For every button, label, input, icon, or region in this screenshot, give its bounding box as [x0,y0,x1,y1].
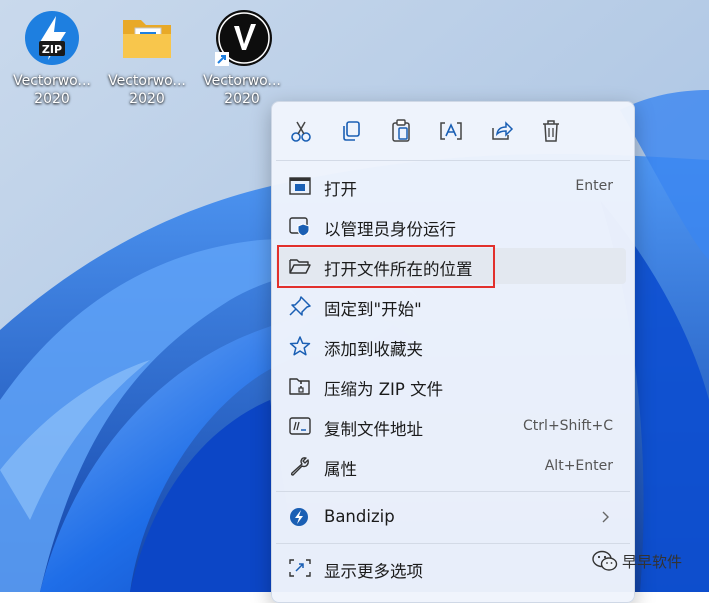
paste-icon [392,119,410,142]
context-menu-toolbar [272,102,634,160]
menu-item-label: 添加到收藏夹 [324,340,423,359]
copy-icon [343,121,360,141]
menu-item-open[interactable]: 打开 Enter [276,168,626,204]
context-menu: 打开 Enter 以管理员身份运行 打开文件所在的位置 固定到"开始" 添加到收… [271,101,635,603]
menu-divider [276,491,630,492]
menu-item-shortcut: Alt+Enter [544,458,613,474]
menu-item-label: 属性 [324,460,357,479]
menu-item-label: 以管理员身份运行 [324,220,456,239]
delete-icon [543,120,559,142]
cut-icon [291,121,311,142]
wechat-icon [592,550,618,571]
cut-button[interactable] [286,116,316,146]
desktop-icon-vectorworks-shortcut[interactable]: Vectorwo... 2020 [197,8,287,108]
pin-icon [289,296,311,316]
zip-folder-icon [289,378,310,395]
open-window-icon [289,177,311,195]
vectorworks-shortcut-icon [212,8,272,68]
watermark-text: 早早软件 [622,553,683,571]
menu-divider [276,160,630,161]
paste-button[interactable] [386,116,416,146]
zip-badge-text: ZIP [42,43,62,56]
menu-divider [276,543,630,544]
highlight-annotation-box [277,245,495,288]
zip-archive-icon: ZIP [22,8,82,68]
star-icon [289,336,311,356]
desktop-icon-label: Vectorwo... [13,73,91,89]
folder-icon [117,8,177,68]
desktop-icon-vectorworks-folder[interactable]: Vectorwo... 2020 [102,8,192,108]
menu-item-show-more-options[interactable]: 显示更多选项 [276,550,626,586]
menu-item-shortcut: Enter [575,178,613,194]
desktop-icon-label: Vectorwo... [203,73,281,89]
menu-item-label: 压缩为 ZIP 文件 [324,380,444,399]
menu-item-run-as-admin[interactable]: 以管理员身份运行 [276,208,626,244]
shield-icon [289,217,310,236]
copy-button[interactable] [336,116,366,146]
desktop-icon-label: Vectorwo... [108,73,186,89]
menu-item-add-to-favorites[interactable]: 添加到收藏夹 [276,328,626,364]
delete-button[interactable] [536,116,566,146]
menu-item-bandizip[interactable]: Bandizip [276,499,626,535]
bandizip-icon [290,508,308,526]
menu-item-pin-to-start[interactable]: 固定到"开始" [276,288,626,324]
menu-item-shortcut: Ctrl+Shift+C [523,418,613,434]
desktop-icon-vectorworks-zip[interactable]: ZIP Vectorwo... 2020 [7,8,97,108]
menu-item-label: 固定到"开始" [324,300,422,319]
menu-item-label: Bandizip [324,507,395,526]
menu-item-copy-as-path[interactable]: 复制文件地址 Ctrl+Shift+C [276,408,626,444]
menu-item-compress-zip[interactable]: 压缩为 ZIP 文件 [276,368,626,404]
menu-item-label: 复制文件地址 [324,420,423,439]
share-icon [492,121,514,140]
desktop-icon-label: 2020 [129,91,165,107]
desktop-icon-label: 2020 [34,91,70,107]
menu-item-label: 打开 [324,180,357,199]
copy-path-icon [289,417,311,435]
share-button[interactable] [486,116,516,146]
more-options-icon [289,559,311,577]
rename-button[interactable] [436,116,466,146]
wrench-icon [290,457,309,476]
chevron-right-icon [602,511,609,523]
rename-icon [440,122,462,140]
menu-item-properties[interactable]: 属性 Alt+Enter [276,448,626,484]
menu-item-label: 显示更多选项 [324,562,423,581]
